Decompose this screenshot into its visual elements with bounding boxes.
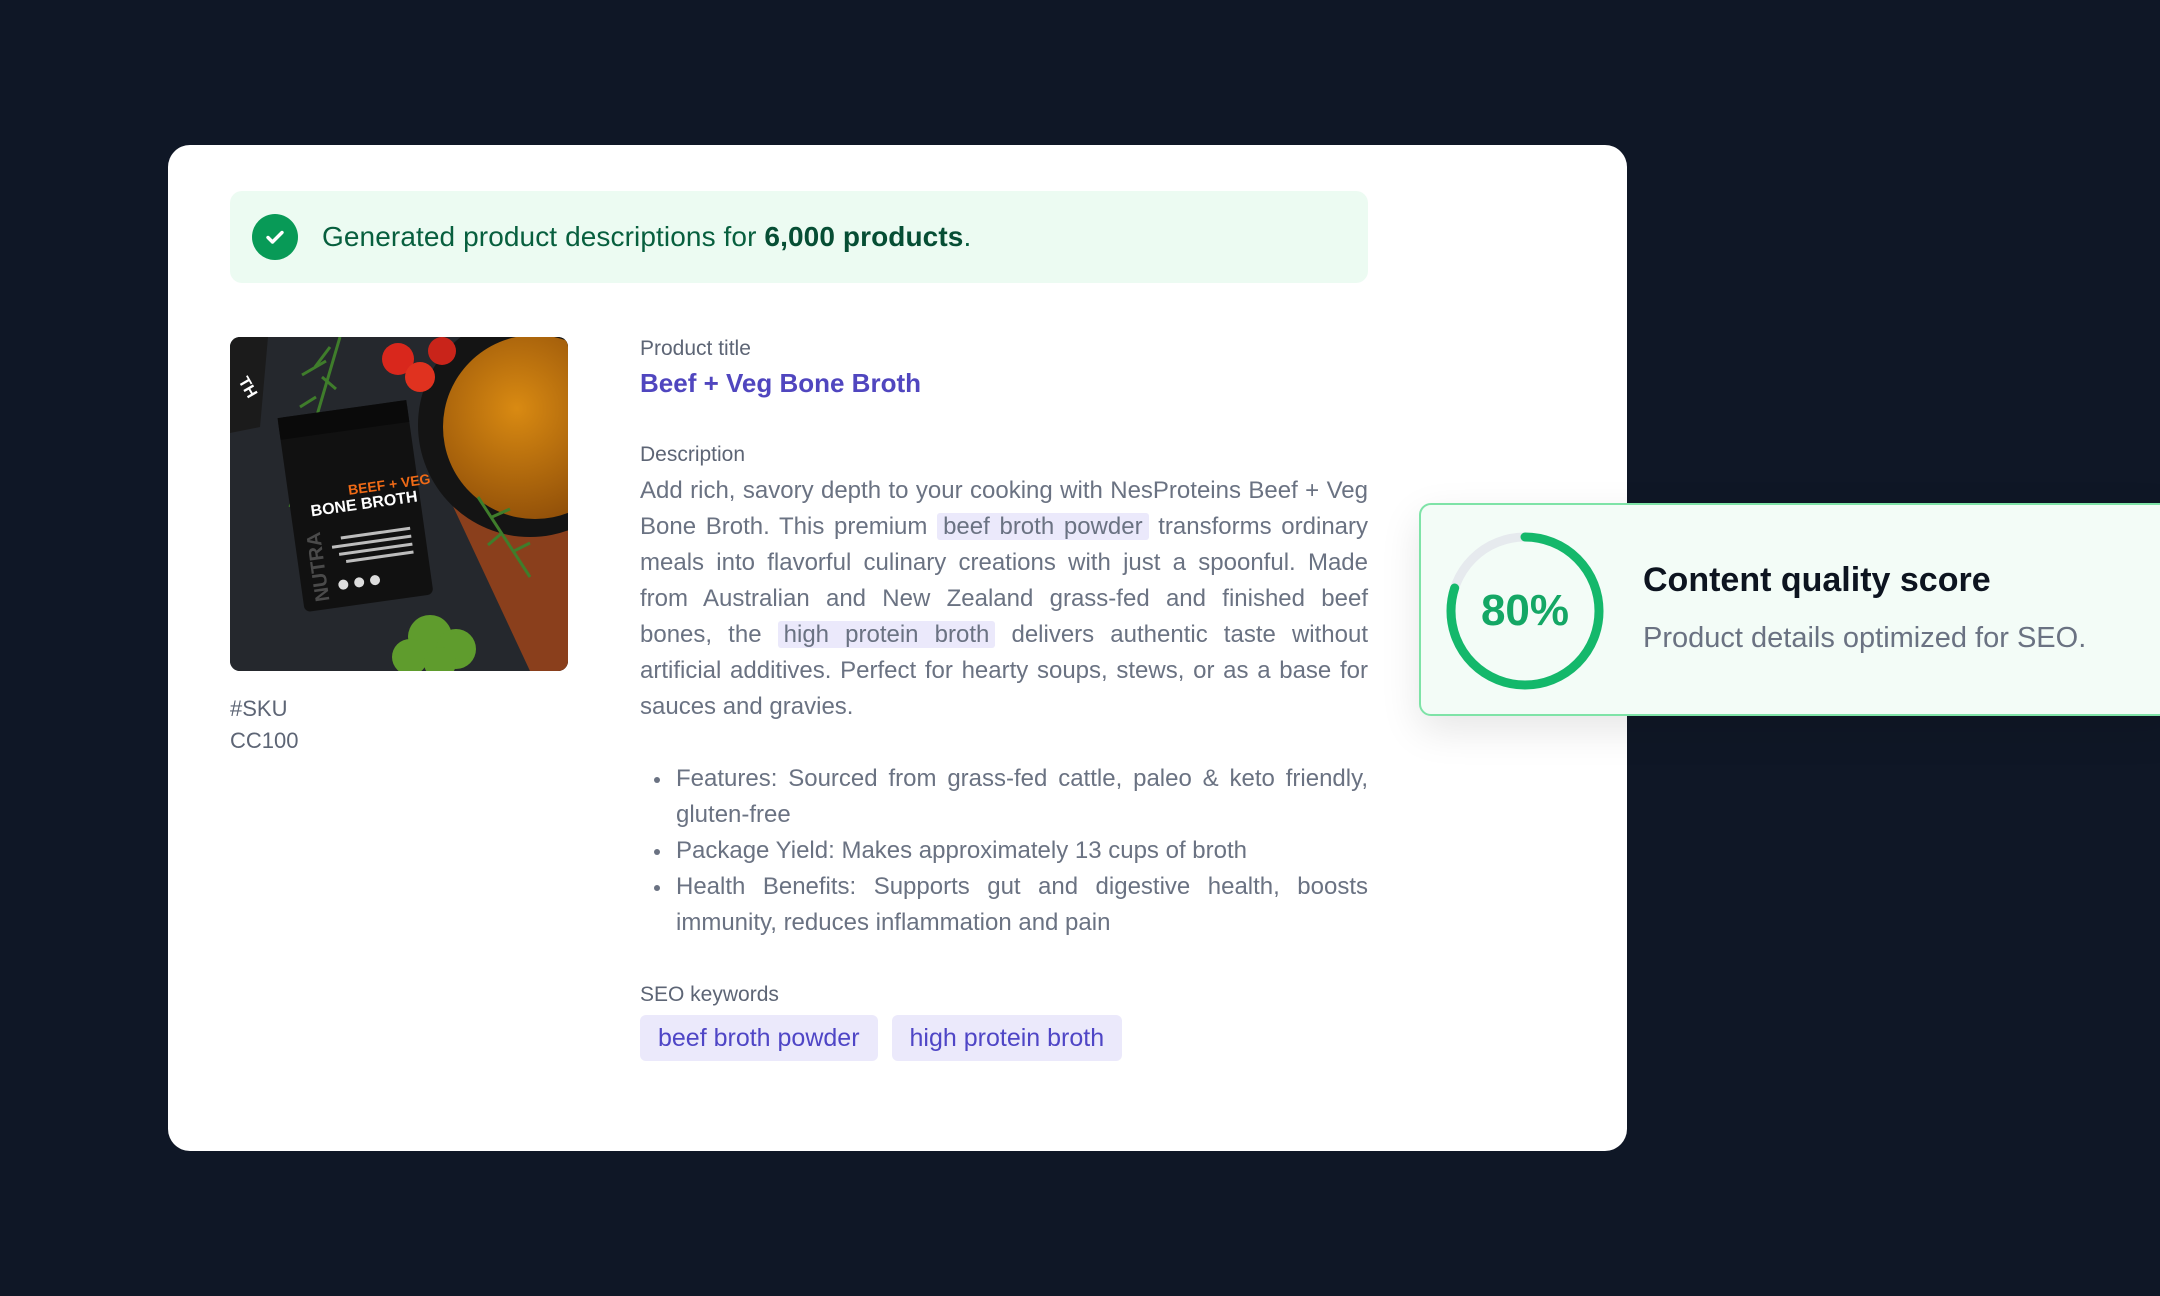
sku-value: CC100 bbox=[230, 728, 299, 753]
keyword-highlight: beef broth powder bbox=[937, 513, 1149, 540]
seo-keyword-list: beef broth powder high protein broth bbox=[640, 1015, 1368, 1061]
content-quality-panel: 80% Content quality score Product detail… bbox=[1419, 503, 2160, 716]
feature-list: Features: Sourced from grass-fed cattle,… bbox=[640, 761, 1368, 941]
success-banner: Generated product descriptions for 6,000… bbox=[230, 191, 1368, 283]
product-image: TH BEEF + VEG BONE BROTH NUTRA bbox=[230, 337, 568, 671]
description-text[interactable]: Add rich, savory depth to your cooking w… bbox=[640, 473, 1368, 725]
product-card: Generated product descriptions for 6,000… bbox=[168, 145, 1627, 1151]
seo-keywords-label: SEO keywords bbox=[640, 983, 779, 1006]
seo-keyword-chip[interactable]: high protein broth bbox=[891, 1015, 1123, 1061]
seo-keyword-chip[interactable]: beef broth powder bbox=[640, 1015, 878, 1061]
check-circle-icon bbox=[252, 214, 298, 260]
feature-item: Features: Sourced from grass-fed cattle,… bbox=[640, 761, 1368, 833]
product-count: 6,000 products bbox=[764, 221, 964, 252]
description-label: Description bbox=[640, 443, 746, 466]
product-title-label: Product title bbox=[640, 337, 751, 360]
success-message: Generated product descriptions for 6,000… bbox=[322, 221, 972, 252]
sku-label: #SKU bbox=[230, 696, 288, 721]
product-details: Product title Beef + Veg Bone Broth Desc… bbox=[640, 335, 1368, 1061]
keyword-highlight: high protein broth bbox=[777, 621, 996, 648]
feature-item: Health Benefits: Supports gut and digest… bbox=[640, 869, 1368, 941]
stage: Generated product descriptions for 6,000… bbox=[0, 0, 2160, 1296]
product-title[interactable]: Beef + Veg Bone Broth bbox=[640, 365, 1368, 401]
feature-item: Package Yield: Makes approximately 13 cu… bbox=[640, 833, 1368, 869]
score-value: 80% bbox=[1480, 586, 1570, 635]
score-subtitle: Product details optimized for SEO. bbox=[1643, 622, 2087, 654]
sku-block: #SKU CC100 bbox=[230, 693, 298, 757]
score-title: Content quality score bbox=[1643, 561, 1991, 599]
